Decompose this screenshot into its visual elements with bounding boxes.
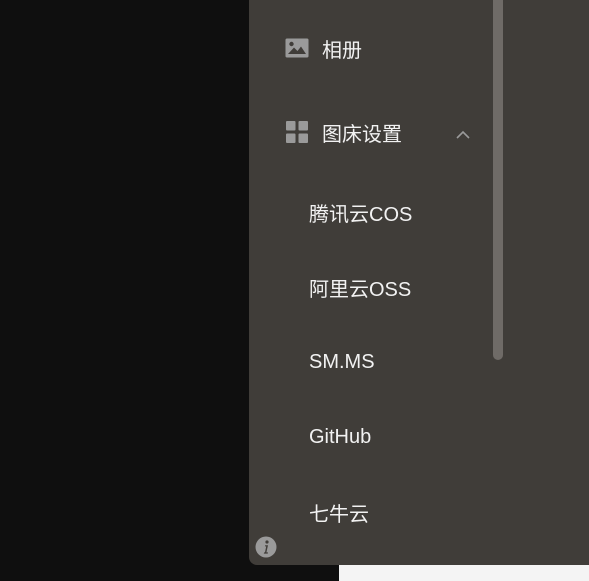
chevron-up-icon[interactable] — [456, 125, 470, 139]
sidebar-subitem-label: SM.MS — [309, 350, 375, 373]
sidebar-subitem-label: 腾讯云COS — [309, 203, 413, 226]
sidebar-subitem-tencent-cos[interactable]: 腾讯云COS — [249, 188, 489, 236]
app-stage: 相册 图床设置 腾讯云COS 阿里云OSS SM.MS GitHub 七牛云 — [0, 0, 589, 581]
sidebar-subitem-qiniu[interactable]: 七牛云 — [249, 488, 489, 536]
sidebar-group-image-host-settings[interactable]: 图床设置 — [249, 108, 489, 156]
sidebar-panel: 相册 图床设置 腾讯云COS 阿里云OSS SM.MS GitHub 七牛云 — [249, 0, 589, 565]
background-content-strip — [339, 565, 589, 581]
sidebar-subitem-github[interactable]: GitHub — [249, 413, 489, 461]
sidebar-subitem-label: 七牛云 — [309, 503, 369, 526]
info-icon[interactable] — [255, 536, 277, 558]
image-icon — [285, 36, 309, 60]
sidebar-scrollbar[interactable] — [491, 0, 503, 565]
sidebar-subitem-aliyun-oss[interactable]: 阿里云OSS — [249, 263, 489, 311]
sidebar-subitem-label: 阿里云OSS — [309, 278, 412, 301]
sidebar-subitem-smms[interactable]: SM.MS — [249, 338, 489, 386]
sidebar-group-label: 图床设置 — [322, 123, 402, 146]
sidebar-item-album[interactable]: 相册 — [249, 24, 489, 72]
sidebar-item-label: 相册 — [322, 39, 362, 62]
sidebar-subitem-label: GitHub — [309, 425, 372, 448]
grid-icon — [285, 120, 309, 144]
scrollbar-thumb[interactable] — [493, 0, 503, 360]
